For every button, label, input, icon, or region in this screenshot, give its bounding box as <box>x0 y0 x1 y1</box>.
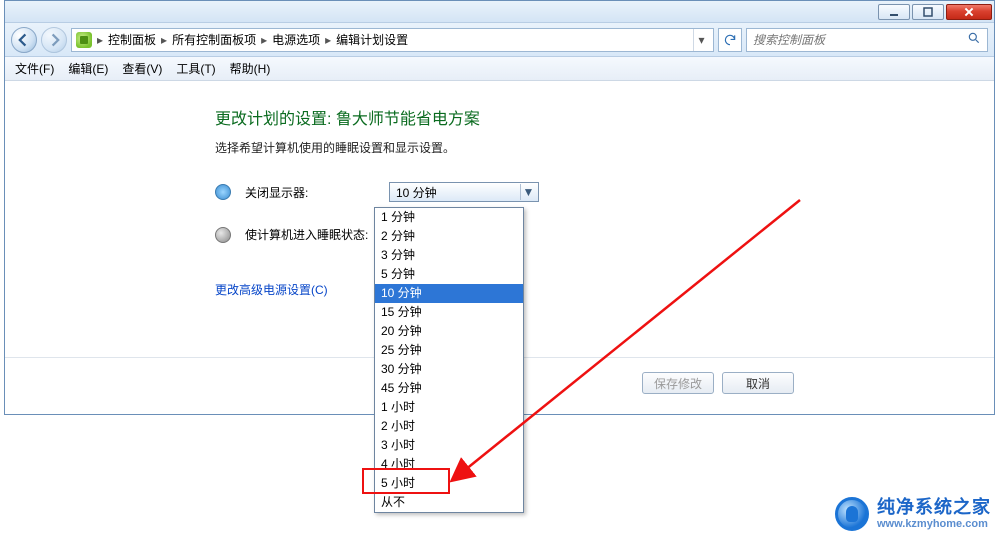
forward-button[interactable] <box>41 27 67 53</box>
chevron-right-icon: ▸ <box>260 33 268 47</box>
dropdown-option[interactable]: 3 小时 <box>375 436 523 455</box>
maximize-button[interactable] <box>912 4 944 20</box>
moon-icon <box>215 227 231 243</box>
dropdown-option[interactable]: 5 小时 <box>375 474 523 493</box>
chevron-right-icon: ▸ <box>96 33 104 47</box>
search-box[interactable] <box>746 28 988 52</box>
titlebar <box>5 1 994 23</box>
display-off-dropdown[interactable]: 1 分钟2 分钟3 分钟5 分钟10 分钟15 分钟20 分钟25 分钟30 分… <box>374 207 524 513</box>
control-panel-icon <box>76 32 92 48</box>
address-dropdown-button[interactable]: ▾ <box>693 29 709 51</box>
dropdown-option[interactable]: 25 分钟 <box>375 341 523 360</box>
menu-bar: 文件(F) 编辑(E) 查看(V) 工具(T) 帮助(H) <box>5 57 994 81</box>
row-sleep: 使计算机进入睡眠状态: <box>215 226 994 243</box>
watermark-url: www.kzmyhome.com <box>877 518 991 530</box>
dropdown-option[interactable]: 1 小时 <box>375 398 523 417</box>
display-off-label: 关闭显示器: <box>245 184 375 201</box>
breadcrumb-item[interactable]: 电源选项 <box>272 31 320 48</box>
row-turn-off-display: 关闭显示器: 10 分钟 ▼ <box>215 182 994 202</box>
watermark-logo-icon <box>835 497 869 531</box>
breadcrumb-item[interactable]: 所有控制面板项 <box>172 31 256 48</box>
refresh-button[interactable] <box>718 28 742 52</box>
dropdown-option[interactable]: 45 分钟 <box>375 379 523 398</box>
chevron-right-icon: ▸ <box>324 33 332 47</box>
nav-row: ▸ 控制面板 ▸ 所有控制面板项 ▸ 电源选项 ▸ 编辑计划设置 ▾ <box>5 23 994 57</box>
menu-tools[interactable]: 工具(T) <box>176 60 215 77</box>
dropdown-option[interactable]: 5 分钟 <box>375 265 523 284</box>
watermark-name: 纯净系统之家 <box>877 498 991 518</box>
dropdown-option[interactable]: 4 小时 <box>375 455 523 474</box>
dropdown-option[interactable]: 1 分钟 <box>375 208 523 227</box>
dropdown-option[interactable]: 30 分钟 <box>375 360 523 379</box>
minimize-button[interactable] <box>878 4 910 20</box>
address-bar[interactable]: ▸ 控制面板 ▸ 所有控制面板项 ▸ 电源选项 ▸ 编辑计划设置 ▾ <box>71 28 714 52</box>
breadcrumb-item[interactable]: 控制面板 <box>108 31 156 48</box>
sleep-label: 使计算机进入睡眠状态: <box>245 226 375 243</box>
combo-value: 10 分钟 <box>396 184 437 201</box>
save-button[interactable]: 保存修改 <box>642 372 714 394</box>
dropdown-option[interactable]: 20 分钟 <box>375 322 523 341</box>
dropdown-option[interactable]: 10 分钟 <box>375 284 523 303</box>
watermark: 纯净系统之家 www.kzmyhome.com <box>835 497 991 531</box>
page-subtitle: 选择希望计算机使用的睡眠设置和显示设置。 <box>215 139 994 156</box>
monitor-icon <box>215 184 231 200</box>
dropdown-option[interactable]: 2 小时 <box>375 417 523 436</box>
search-input[interactable] <box>753 33 953 47</box>
breadcrumb-item[interactable]: 编辑计划设置 <box>336 31 408 48</box>
cancel-button[interactable]: 取消 <box>722 372 794 394</box>
search-icon[interactable] <box>967 31 981 48</box>
menu-edit[interactable]: 编辑(E) <box>68 60 108 77</box>
back-button[interactable] <box>11 27 37 53</box>
page-title: 更改计划的设置: 鲁大师节能省电方案 <box>215 105 994 129</box>
dropdown-option[interactable]: 15 分钟 <box>375 303 523 322</box>
dropdown-option[interactable]: 2 分钟 <box>375 227 523 246</box>
advanced-power-settings-link[interactable]: 更改高级电源设置(C) <box>215 281 328 298</box>
close-button[interactable] <box>946 4 992 20</box>
dropdown-option[interactable]: 从不 <box>375 493 523 512</box>
menu-file[interactable]: 文件(F) <box>15 60 54 77</box>
display-off-combo[interactable]: 10 分钟 ▼ <box>389 182 539 202</box>
dropdown-option[interactable]: 3 分钟 <box>375 246 523 265</box>
chevron-right-icon: ▸ <box>160 33 168 47</box>
chevron-down-icon: ▼ <box>520 184 536 200</box>
menu-view[interactable]: 查看(V) <box>122 60 162 77</box>
menu-help[interactable]: 帮助(H) <box>230 60 271 77</box>
